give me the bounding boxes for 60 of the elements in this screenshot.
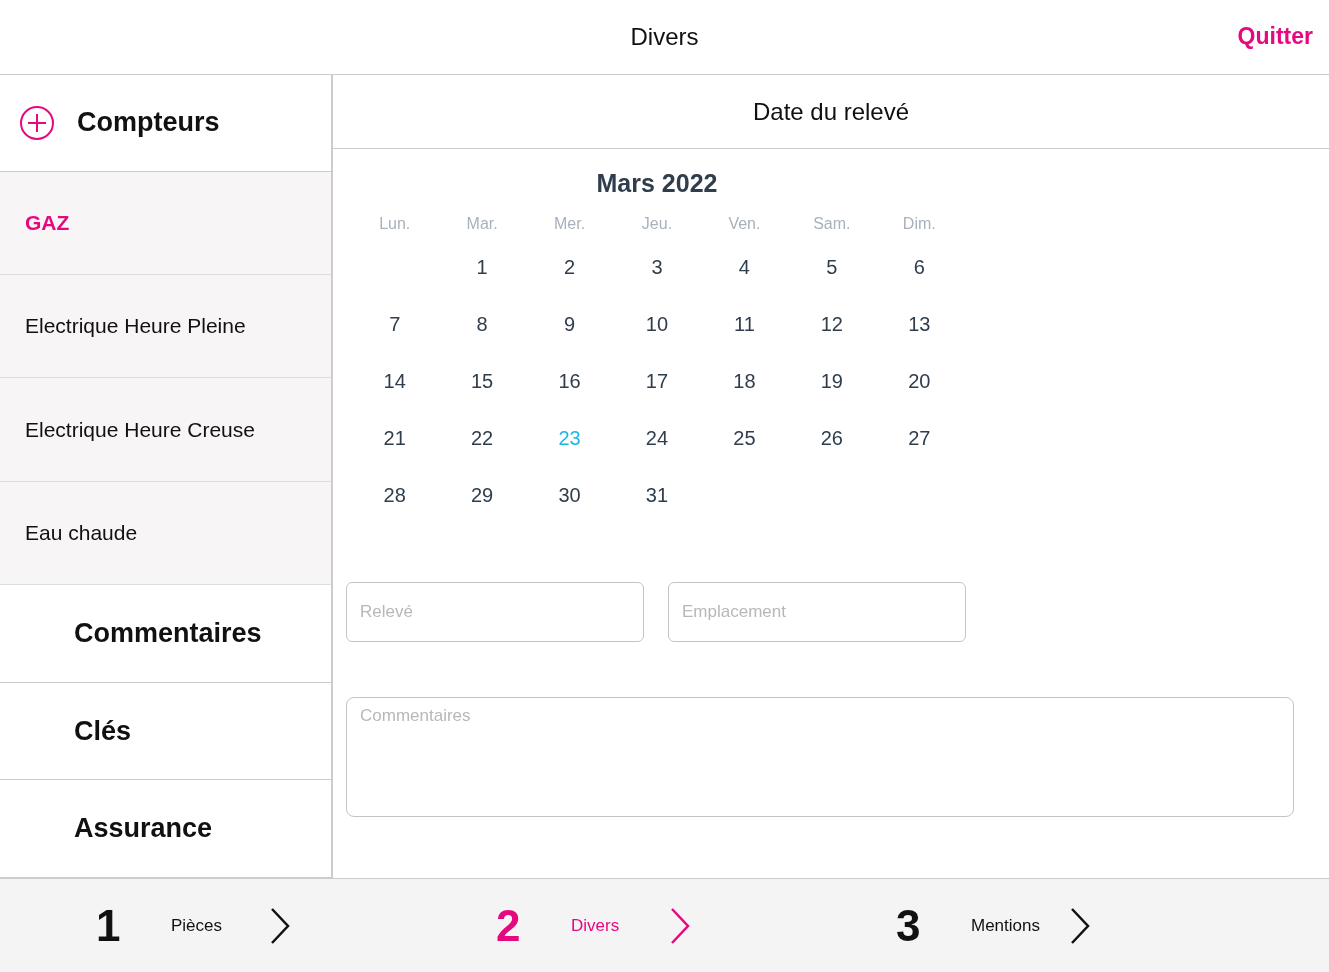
calendar-day[interactable]: 26 bbox=[788, 427, 876, 450]
calendar-day[interactable]: 10 bbox=[613, 313, 701, 336]
weekday-label: Dim. bbox=[901, 214, 937, 234]
sidebar-item[interactable]: Electrique Heure Creuse bbox=[0, 378, 331, 482]
calendar-day[interactable]: 14 bbox=[351, 370, 439, 393]
add-icon[interactable] bbox=[19, 104, 55, 141]
calendar-day[interactable]: 3 bbox=[613, 256, 701, 279]
panel-title: Date du relevé bbox=[752, 97, 910, 126]
calendar-day[interactable]: 30 bbox=[525, 484, 614, 507]
sidebar-section[interactable]: Clés bbox=[0, 682, 331, 781]
calendar-day[interactable]: 2 bbox=[525, 256, 614, 279]
step-number: 2 bbox=[496, 900, 522, 951]
calendar-day[interactable]: 22 bbox=[438, 427, 526, 450]
weekday-label: Mar. bbox=[465, 214, 499, 234]
calendar-day[interactable]: 29 bbox=[438, 484, 526, 507]
calendar-day[interactable]: 27 bbox=[875, 427, 963, 450]
calendar-day[interactable]: 17 bbox=[613, 370, 701, 393]
page-title: Divers bbox=[630, 23, 699, 51]
calendar-day[interactable]: 5 bbox=[788, 256, 876, 279]
step-number: 3 bbox=[896, 900, 922, 951]
calendar-day[interactable]: 13 bbox=[875, 313, 963, 336]
calendar-day[interactable]: 12 bbox=[788, 313, 876, 336]
calendar-day[interactable]: 11 bbox=[700, 313, 789, 336]
input-field[interactable]: Relevé bbox=[346, 582, 644, 642]
chevron-right-icon[interactable] bbox=[1069, 906, 1091, 945]
input-field[interactable]: Emplacement bbox=[668, 582, 966, 642]
section-title: Compteurs bbox=[77, 107, 220, 139]
weekday-label: Jeu. bbox=[640, 214, 674, 234]
comments-field[interactable]: Commentaires bbox=[346, 697, 1294, 817]
step-link[interactable]: Mentions bbox=[971, 915, 1069, 936]
calendar-day[interactable]: 25 bbox=[700, 427, 789, 450]
step-link[interactable]: Pièces bbox=[171, 915, 269, 936]
weekday-label: Lun. bbox=[378, 214, 412, 234]
calendar-day[interactable]: 1 bbox=[438, 256, 526, 279]
calendar-day[interactable]: 21 bbox=[351, 427, 439, 450]
month-title: Mars 2022 bbox=[595, 169, 719, 199]
weekday-label: Ven. bbox=[727, 214, 762, 234]
step-number: 1 bbox=[96, 900, 122, 951]
calendar-day[interactable]: 4 bbox=[700, 256, 789, 279]
sidebar-item[interactable]: Electrique Heure Pleine bbox=[0, 275, 331, 379]
calendar-day[interactable]: 15 bbox=[438, 370, 526, 393]
calendar-day[interactable]: 31 bbox=[613, 484, 701, 507]
calendar-day[interactable]: 8 bbox=[438, 313, 526, 336]
weekday-label: Mer. bbox=[553, 214, 587, 234]
calendar-day[interactable]: 9 bbox=[525, 313, 614, 336]
calendar-day[interactable]: 7 bbox=[351, 313, 439, 336]
calendar-day[interactable]: 28 bbox=[351, 484, 439, 507]
sidebar-item[interactable]: GAZ bbox=[0, 171, 331, 275]
step-link[interactable]: Divers bbox=[571, 915, 669, 936]
calendar-day[interactable]: 6 bbox=[875, 256, 963, 279]
sidebar-section[interactable]: Commentaires bbox=[0, 585, 331, 683]
weekday-label: Sam. bbox=[812, 214, 852, 234]
sidebar-item[interactable]: Eau chaude bbox=[0, 481, 331, 586]
calendar-day[interactable]: 18 bbox=[700, 370, 789, 393]
calendar-day[interactable]: 19 bbox=[788, 370, 876, 393]
calendar-day[interactable]: 20 bbox=[875, 370, 963, 393]
calendar-day[interactable]: 24 bbox=[613, 427, 701, 450]
chevron-right-icon[interactable] bbox=[269, 906, 291, 945]
quit-button[interactable]: Quitter bbox=[1231, 22, 1319, 51]
calendar-day[interactable]: 16 bbox=[525, 370, 614, 393]
